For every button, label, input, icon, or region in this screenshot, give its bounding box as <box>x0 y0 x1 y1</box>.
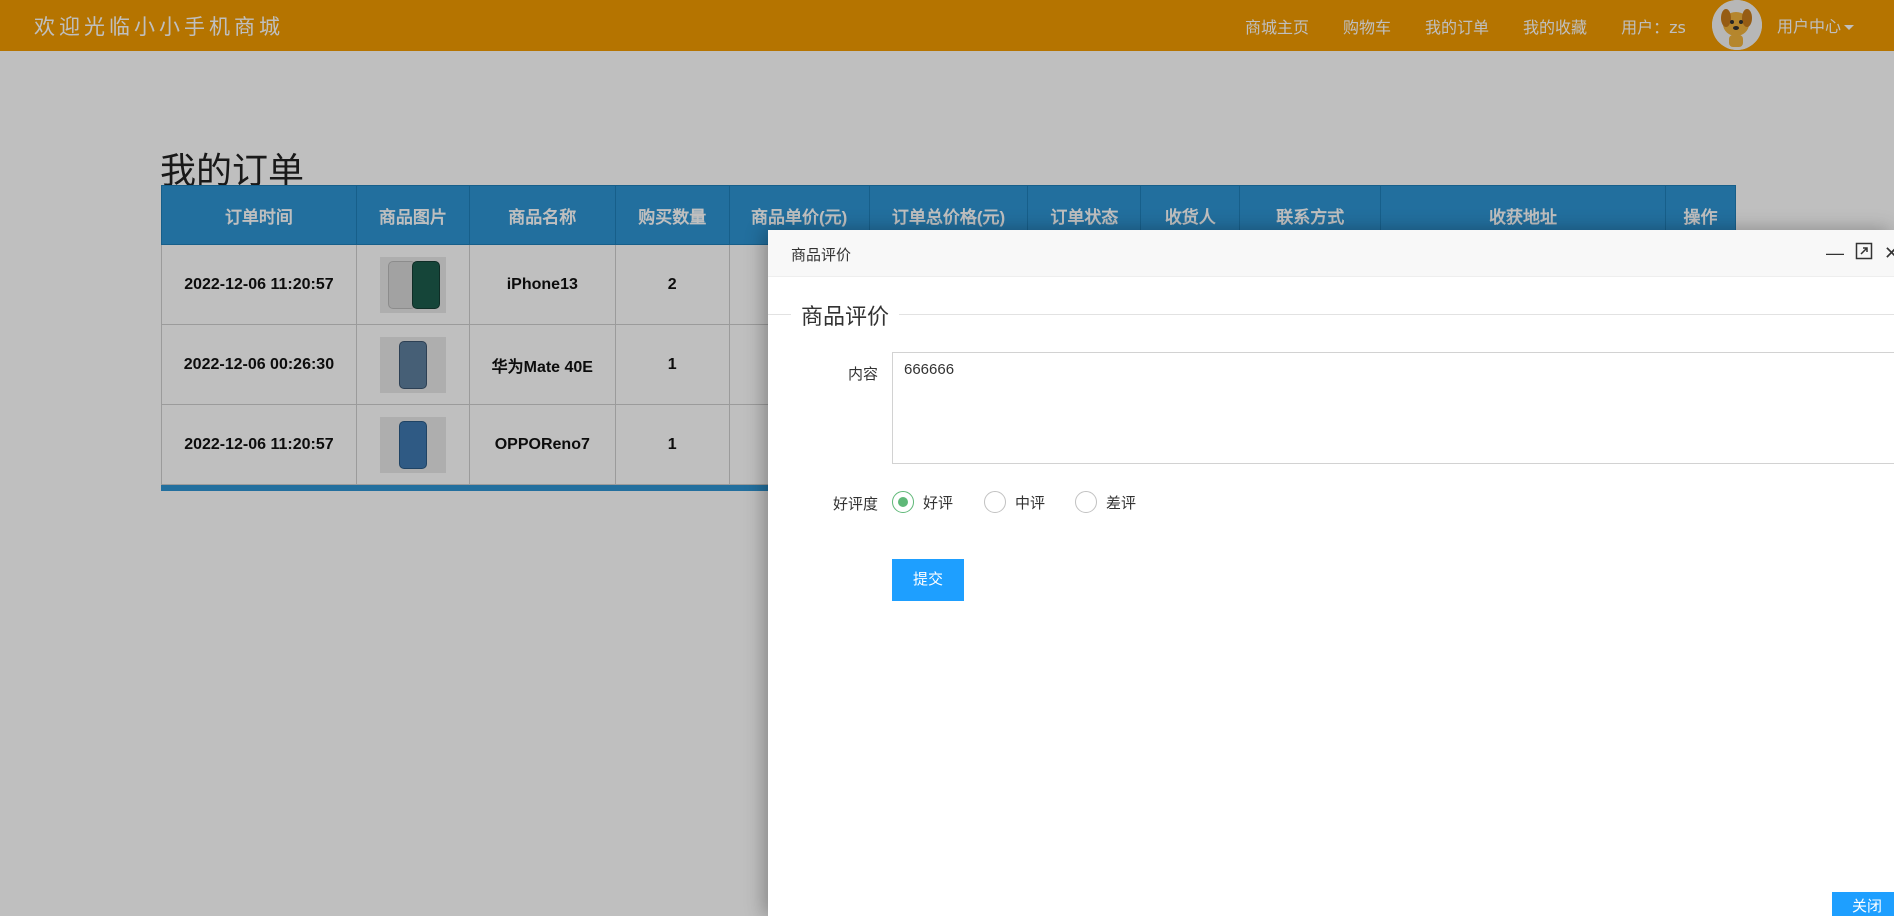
rating-option-label: 好评 <box>923 494 954 512</box>
close-button[interactable]: 关闭 <box>1832 892 1894 916</box>
fieldset-legend: 商品评价 <box>791 299 900 331</box>
rating-radio-neutral[interactable]: 中评 <box>984 491 1045 513</box>
rating-option-label: 中评 <box>1015 494 1046 512</box>
fieldset-divider <box>768 314 1894 315</box>
rating-radio-good[interactable]: 好评 <box>892 491 953 513</box>
close-icon[interactable]: ✕ <box>1884 243 1894 264</box>
dialog-title: 商品评价 <box>791 247 852 264</box>
content-label: 内容 <box>847 366 878 383</box>
review-dialog: 商品评价 — ✕ 商品评价 内容 666666 好评度 好评 中评 差评 提交 … <box>768 230 1894 916</box>
dialog-header: 商品评价 — ✕ <box>768 230 1894 277</box>
radio-unchecked-icon <box>1075 491 1097 513</box>
rating-option-label: 差评 <box>1106 494 1137 512</box>
rating-label: 好评度 <box>832 496 878 513</box>
rating-radio-bad[interactable]: 差评 <box>1075 491 1136 513</box>
minimize-icon[interactable]: — <box>1826 243 1844 264</box>
submit-button[interactable]: 提交 <box>892 559 964 601</box>
review-content-textarea[interactable]: 666666 <box>892 352 1894 464</box>
maximize-icon[interactable] <box>1855 242 1873 265</box>
radio-unchecked-icon <box>984 491 1006 513</box>
radio-checked-icon <box>892 491 914 513</box>
